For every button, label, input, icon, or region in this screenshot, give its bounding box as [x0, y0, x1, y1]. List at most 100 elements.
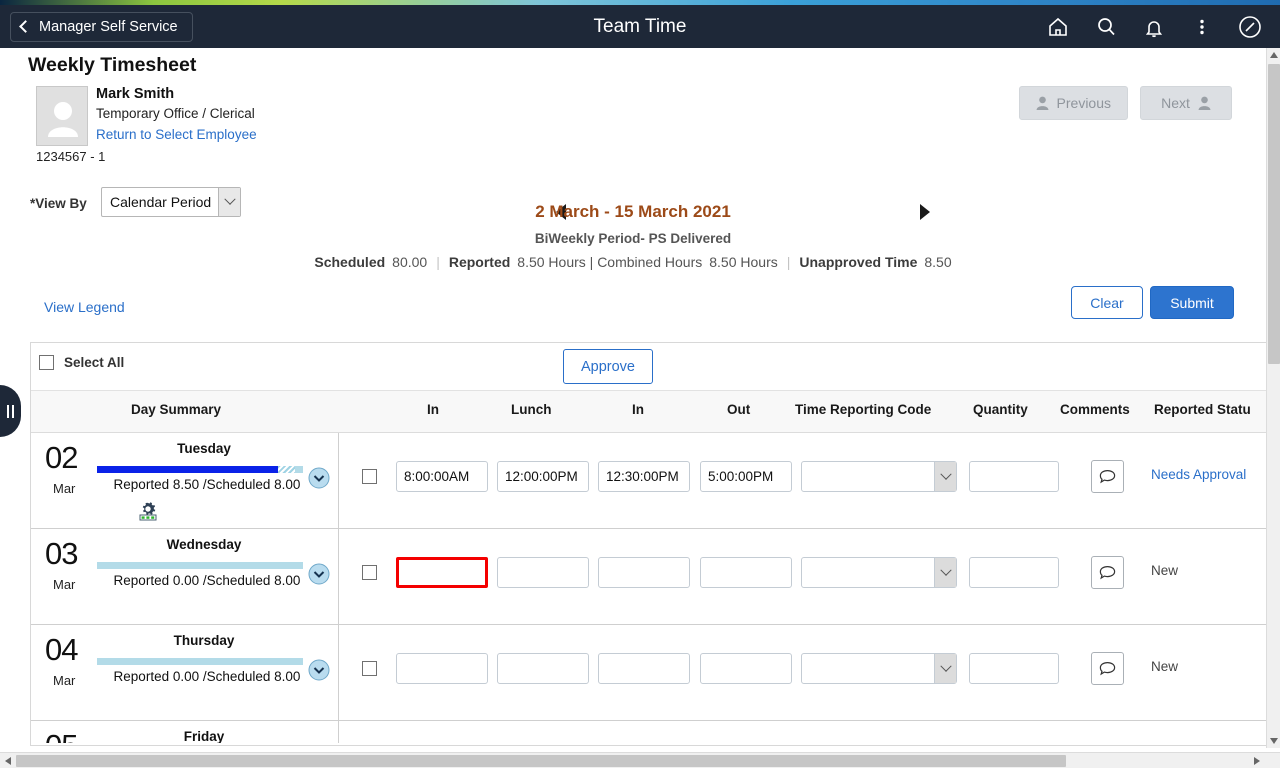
comment-bubble-icon — [1099, 661, 1116, 676]
clear-button[interactable]: Clear — [1071, 286, 1143, 319]
search-icon[interactable] — [1084, 5, 1128, 48]
vertical-scroll-thumb[interactable] — [1268, 64, 1280, 364]
punch-input-lunch[interactable] — [497, 461, 589, 492]
day-progress-bar — [97, 562, 303, 569]
chevron-down-icon — [934, 654, 956, 683]
day-number: 04 — [45, 632, 78, 667]
select-all-row[interactable]: Select All — [39, 355, 124, 370]
combined-hours-value: 8.50 Hours — [709, 254, 778, 270]
column-header-trc: Time Reporting Code — [795, 402, 932, 417]
rules-gear-icon[interactable] — [137, 501, 159, 526]
column-header-quantity: Quantity — [973, 402, 1028, 417]
day-summary-cell: 03 Mar Wednesday Reported 0.00 /Scheduled 8… — [31, 529, 339, 625]
horizontal-scroll-thumb[interactable] — [16, 755, 1066, 767]
previous-button-label: Previous — [1056, 95, 1111, 111]
column-header-lunch: Lunch — [511, 402, 552, 417]
expand-day-chevron-down-icon[interactable] — [308, 563, 330, 585]
column-header-day-summary: Day Summary — [131, 402, 222, 417]
column-header-in-2: In — [632, 402, 644, 417]
scheduled-label: Scheduled — [314, 254, 386, 270]
comment-bubble-icon — [1099, 469, 1116, 484]
row-select-checkbox[interactable] — [362, 565, 377, 580]
reported-status[interactable]: Needs Approval — [1151, 467, 1246, 482]
reported-status: New — [1151, 563, 1179, 578]
horizontal-scrollbar[interactable] — [0, 752, 1280, 768]
employee-job-title: Temporary Office / Clerical — [96, 106, 255, 121]
view-legend-link[interactable]: View Legend — [44, 299, 125, 315]
scroll-down-arrow-icon[interactable] — [1267, 734, 1280, 748]
quantity-input[interactable] — [969, 653, 1059, 684]
back-to-manager-self-service-button[interactable]: Manager Self Service — [10, 11, 193, 42]
divider: | — [436, 254, 440, 270]
navbar-compass-icon[interactable] — [1228, 5, 1272, 48]
day-number: 02 — [45, 440, 78, 475]
employee-avatar — [36, 86, 88, 146]
punch-input-out[interactable] — [700, 557, 792, 588]
next-employee-button[interactable]: Next — [1140, 86, 1232, 120]
expand-day-chevron-down-icon[interactable] — [308, 659, 330, 681]
expand-day-chevron-down-icon[interactable] — [308, 467, 330, 489]
day-progress-bar — [97, 466, 303, 473]
header-icon-group — [1036, 5, 1272, 48]
select-all-checkbox[interactable] — [39, 355, 54, 370]
reported-label: Reported — [448, 254, 511, 270]
scroll-left-arrow-icon[interactable] — [1, 754, 15, 768]
return-to-select-employee-link[interactable]: Return to Select Employee — [96, 127, 257, 142]
scheduled-value: 80.00 — [392, 254, 428, 270]
comments-button[interactable] — [1091, 460, 1124, 493]
day-name: Friday — [183, 729, 225, 743]
vertical-scrollbar[interactable] — [1266, 48, 1280, 748]
scroll-up-arrow-icon[interactable] — [1267, 48, 1280, 62]
day-progress-fill — [97, 466, 295, 473]
day-reported-scheduled: Reported 0.00 /Scheduled 8.00 — [113, 669, 301, 684]
totals-summary: Scheduled 80.00 | Reported 8.50 Hours | … — [0, 254, 1266, 270]
punch-input-in2[interactable] — [598, 461, 690, 492]
time-reporting-code-select[interactable] — [801, 653, 957, 684]
punch-input-out[interactable] — [700, 461, 792, 492]
day-progress-overtime-stripe — [278, 466, 295, 473]
day-name: Tuesday — [177, 441, 231, 456]
page-content: Weekly Timesheet Mark Smith Temporary Of… — [0, 48, 1266, 748]
timesheet-entry-cell — [339, 721, 1266, 743]
punch-input-lunch[interactable] — [497, 557, 589, 588]
approve-button[interactable]: Approve — [563, 349, 653, 384]
punch-input-in1[interactable] — [396, 461, 488, 492]
period-range: 2 March - 15 March 2021 — [535, 202, 731, 221]
employee-id: 1234567 - 1 — [36, 149, 106, 164]
grid-toolbar: Select All Approve — [31, 343, 1266, 391]
quantity-input[interactable] — [969, 557, 1059, 588]
column-header-status: Reported Statu — [1154, 402, 1251, 417]
timesheet-entry-cell: Needs Approval — [339, 433, 1266, 529]
row-select-checkbox[interactable] — [362, 661, 377, 676]
row-select-checkbox[interactable] — [362, 469, 377, 484]
bell-icon[interactable] — [1132, 5, 1176, 48]
time-reporting-code-select[interactable] — [801, 557, 957, 588]
punch-input-in1[interactable] — [396, 653, 488, 684]
time-reporting-code-select[interactable] — [801, 461, 957, 492]
comments-button[interactable] — [1091, 652, 1124, 685]
punch-input-out[interactable] — [700, 653, 792, 684]
divider: | — [786, 254, 791, 270]
scroll-right-arrow-icon[interactable] — [1250, 754, 1264, 768]
kebab-menu-icon[interactable] — [1180, 5, 1224, 48]
day-summary-cell: 02 Mar Tuesday Reported 8.50 /Scheduled 8.0… — [31, 433, 339, 529]
reported-status: New — [1151, 659, 1179, 674]
punch-input-lunch[interactable] — [497, 653, 589, 684]
timesheet-entry-cell: New — [339, 625, 1266, 721]
table-row: 05MarFriday — [31, 721, 1266, 743]
employee-name: Mark Smith — [96, 86, 175, 102]
previous-employee-button[interactable]: Previous — [1018, 86, 1128, 120]
day-name: Wednesday — [166, 537, 242, 552]
quantity-input[interactable] — [969, 461, 1059, 492]
column-header-comments: Comments — [1060, 402, 1130, 417]
day-summary-cell: 04 Mar Thursday Reported 0.00 /Scheduled 8.… — [31, 625, 339, 721]
column-header-out: Out — [727, 402, 751, 417]
punch-input-in2[interactable] — [598, 653, 690, 684]
timesheet-grid: Select All Approve Day Summary In Lunch … — [30, 342, 1266, 746]
punch-input-in1[interactable] — [396, 557, 488, 588]
home-icon[interactable] — [1036, 5, 1080, 48]
page-title: Weekly Timesheet — [28, 54, 197, 76]
comments-button[interactable] — [1091, 556, 1124, 589]
submit-button[interactable]: Submit — [1150, 286, 1234, 319]
punch-input-in2[interactable] — [598, 557, 690, 588]
